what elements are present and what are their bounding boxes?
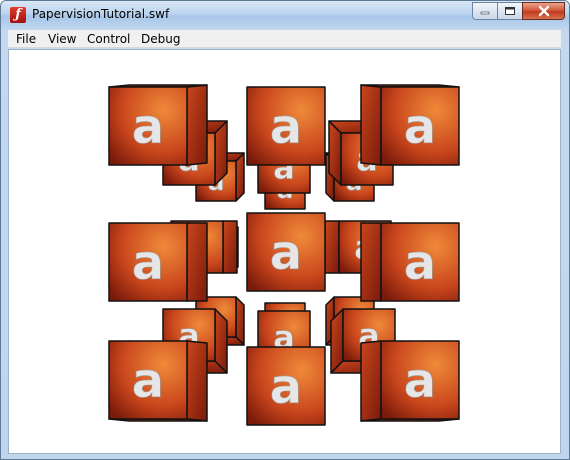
cube-glyph: a xyxy=(132,353,164,409)
cube-glyph: a xyxy=(404,99,436,155)
cube-grid-scene: aaaaaaaaaaaaaaaaaaaaaaaaaa xyxy=(108,84,460,426)
cube: a xyxy=(108,340,208,422)
cube-glyph: a xyxy=(132,99,164,155)
cube-glyph: a xyxy=(270,359,302,415)
cube: a xyxy=(246,212,326,292)
cube: a xyxy=(108,222,208,302)
cube: a xyxy=(360,340,460,422)
cube: a xyxy=(246,346,326,426)
cube: a xyxy=(246,86,326,166)
cube-glyph: a xyxy=(404,235,436,291)
app-window: ƒ PapervisionTutorial.swf File View Cont… xyxy=(0,0,570,460)
flash-stage[interactable]: aaaaaaaaaaaaaaaaaaaaaaaaaa xyxy=(8,49,561,454)
cube: a xyxy=(360,84,460,166)
cube-glyph: a xyxy=(270,99,302,155)
cube: a xyxy=(108,84,208,166)
cube-glyph: a xyxy=(270,225,302,281)
cube-glyph: a xyxy=(132,235,164,291)
cube-glyph: a xyxy=(404,353,436,409)
cube: a xyxy=(360,222,460,302)
